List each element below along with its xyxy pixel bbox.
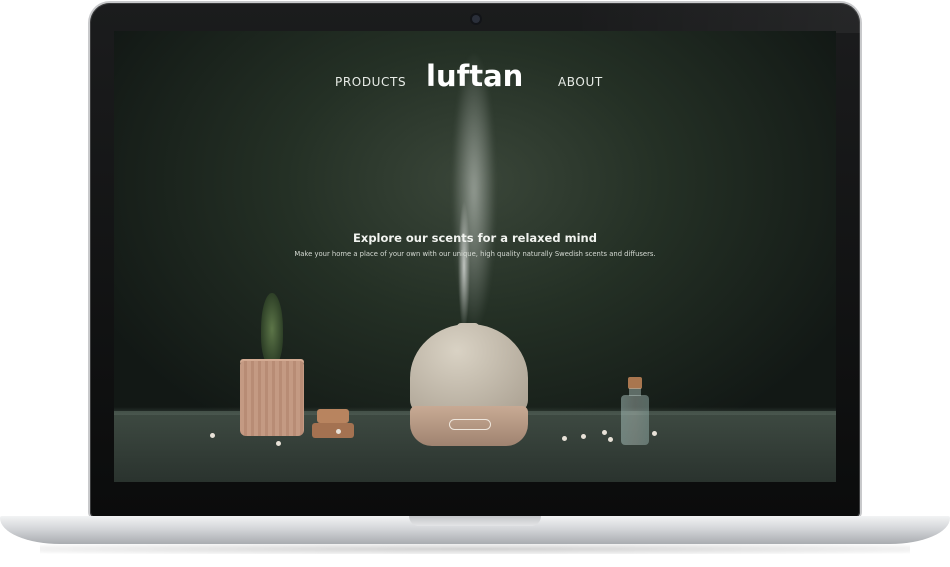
laptop-opening-notch [409,516,541,526]
nav-about-link[interactable]: ABOUT [558,75,603,89]
lid-shine [570,3,860,33]
hero-subtitle: Make your home a place of your own with … [294,250,656,258]
pot-image [240,361,304,436]
brand-logo[interactable]: luftan [426,59,523,93]
diffuser-image [410,324,528,414]
laptop-mockup: PRODUCTS luftan ABOUT Explore our scents… [0,0,950,567]
bead [562,436,567,441]
laptop-shadow [40,544,910,554]
bead [608,437,613,442]
wooden-cap-base [312,423,354,438]
oil-bottle-image [621,395,649,445]
hero-title: Explore our scents for a relaxed mind [353,231,597,245]
webcam-icon [472,15,480,23]
website-screen: PRODUCTS luftan ABOUT Explore our scents… [114,31,836,482]
plant-image [261,293,283,365]
bead [602,430,607,435]
steam-core [454,201,474,331]
nav-products-link[interactable]: PRODUCTS [335,75,406,89]
bead [336,429,341,434]
wooden-cap-top [317,409,349,423]
diffuser-button-icon [449,419,491,430]
bead [581,434,586,439]
bead [276,441,281,446]
bead [652,431,657,436]
bead [210,433,215,438]
